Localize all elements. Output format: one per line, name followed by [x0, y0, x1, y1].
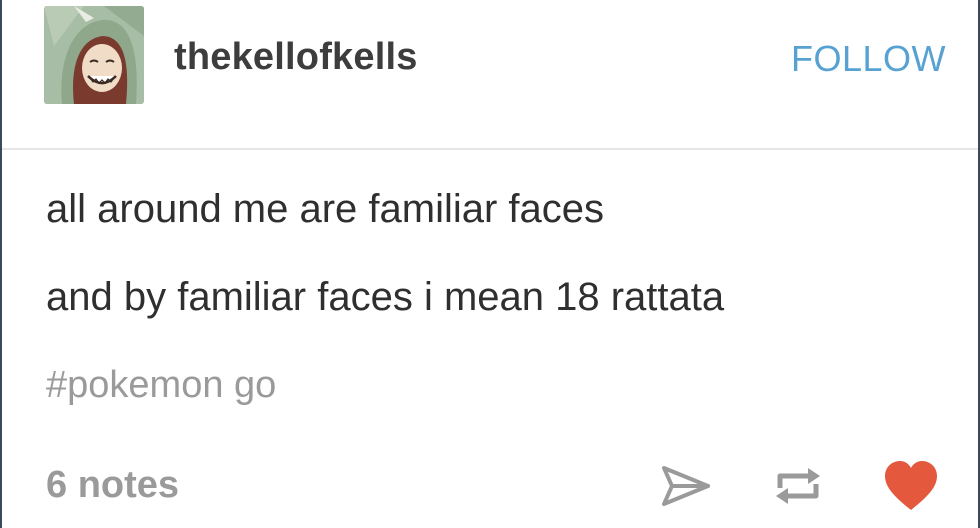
- post-body: all around me are familiar faces and by …: [46, 186, 948, 320]
- notes-count[interactable]: 6 notes: [46, 464, 179, 507]
- blog-name[interactable]: thekellofkells: [174, 36, 418, 79]
- share-button[interactable]: [658, 458, 714, 514]
- post-text-line: all around me are familiar faces: [46, 187, 605, 231]
- heart-icon: [885, 461, 937, 510]
- tumblr-post: thekellofkells FOLLOW all around me are …: [0, 0, 980, 528]
- post-text-line: and by familiar faces i mean 18 rattata: [46, 275, 725, 319]
- reblog-icon: [776, 468, 820, 504]
- post-footer: 6 notes: [2, 450, 978, 528]
- post-tags: #pokemon go: [46, 364, 276, 407]
- share-icon: [662, 466, 710, 506]
- post-header: thekellofkells FOLLOW: [2, 0, 978, 150]
- tag-link[interactable]: #pokemon go: [46, 364, 276, 406]
- blog-avatar[interactable]: [44, 6, 144, 104]
- follow-button[interactable]: FOLLOW: [791, 38, 946, 80]
- reblog-button[interactable]: [770, 458, 826, 514]
- like-button[interactable]: [882, 458, 938, 514]
- avatar-illustration: [44, 6, 144, 104]
